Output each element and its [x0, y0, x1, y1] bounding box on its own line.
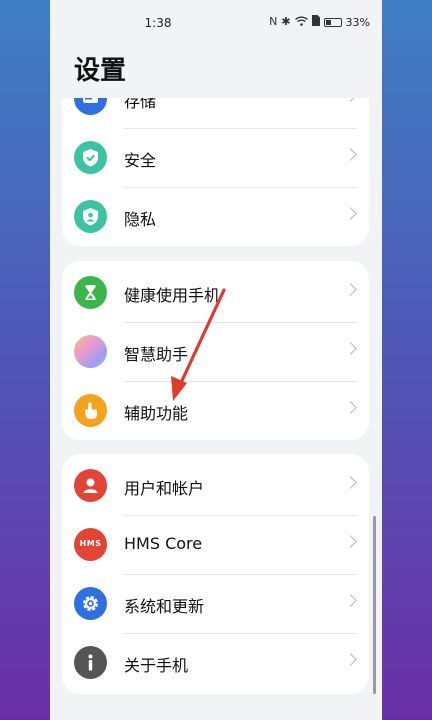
settings-list[interactable]: 存储 安全 隐私 健康使用手机 智慧助手 辅助功能 用户和帐户 HMS HMS … — [50, 98, 382, 720]
status-icons: N ✱ 33% — [269, 15, 370, 29]
settings-item-system-update[interactable]: 系统和更新 — [62, 575, 369, 633]
settings-item-label: 系统和更新 — [124, 597, 205, 616]
hourglass-icon — [74, 276, 107, 309]
settings-item-label: 用户和帐户 — [124, 479, 205, 498]
chevron-right-icon — [344, 476, 357, 489]
settings-item-hms-core[interactable]: HMS HMS Core — [62, 516, 369, 574]
chevron-right-icon — [344, 98, 357, 102]
chevron-right-icon — [344, 342, 357, 355]
sim-icon — [311, 15, 320, 29]
chevron-right-icon — [344, 535, 357, 548]
chevron-right-icon — [344, 283, 357, 296]
chevron-right-icon — [344, 207, 357, 220]
settings-item-label: 智慧助手 — [124, 345, 189, 364]
settings-item-storage[interactable]: 存储 — [62, 98, 369, 128]
shield-check-icon — [74, 141, 107, 174]
settings-item-about-phone[interactable]: 关于手机 — [62, 634, 369, 692]
chevron-right-icon — [344, 653, 357, 666]
scrollbar[interactable] — [373, 516, 376, 694]
chevron-right-icon — [344, 594, 357, 607]
hms-icon-text: HMS — [79, 539, 102, 548]
settings-group-security: 存储 安全 隐私 — [62, 98, 369, 246]
settings-group-assist: 健康使用手机 智慧助手 辅助功能 — [62, 261, 369, 440]
smart-assistant-icon — [74, 335, 107, 368]
settings-item-security[interactable]: 安全 — [62, 129, 369, 187]
gear-icon — [74, 587, 107, 620]
nfc-icon: N — [269, 15, 278, 28]
settings-group-system: 用户和帐户 HMS HMS Core 系统和更新 关于手机 — [62, 454, 369, 694]
settings-item-label: HMS Core — [124, 534, 203, 553]
settings-item-label: 健康使用手机 — [124, 286, 221, 305]
settings-item-accessibility[interactable]: 辅助功能 — [62, 382, 369, 440]
chevron-right-icon — [344, 401, 357, 414]
settings-item-label: 安全 — [124, 151, 157, 170]
settings-item-users-accounts[interactable]: 用户和帐户 — [62, 457, 369, 515]
settings-item-label: 辅助功能 — [124, 404, 189, 423]
accessibility-hand-icon — [74, 394, 107, 427]
settings-item-label: 关于手机 — [124, 656, 189, 675]
privacy-shield-icon — [74, 200, 107, 233]
battery-icon — [323, 17, 342, 27]
bluetooth-icon: ✱ — [281, 15, 291, 28]
hms-icon: HMS — [74, 528, 107, 561]
wifi-icon — [294, 16, 308, 29]
battery-percentage: 33% — [345, 15, 370, 29]
user-icon — [74, 469, 107, 502]
settings-item-label: 隐私 — [124, 210, 157, 229]
settings-item-privacy[interactable]: 隐私 — [62, 188, 369, 246]
phone-screen: 1:38 N ✱ 33% 设置 存储 安全 隐私 健康使用手机 智慧助手 辅助功… — [50, 0, 382, 720]
page-title: 设置 — [74, 56, 127, 86]
status-bar: 1:38 N ✱ 33% — [50, 0, 382, 44]
storage-icon — [74, 98, 107, 115]
settings-item-smart-assistant[interactable]: 智慧助手 — [62, 323, 369, 381]
settings-item-digital-balance[interactable]: 健康使用手机 — [62, 264, 369, 322]
chevron-right-icon — [344, 148, 357, 161]
info-icon — [74, 646, 107, 679]
status-time: 1:38 — [144, 16, 172, 30]
settings-item-label: 存储 — [124, 98, 157, 111]
